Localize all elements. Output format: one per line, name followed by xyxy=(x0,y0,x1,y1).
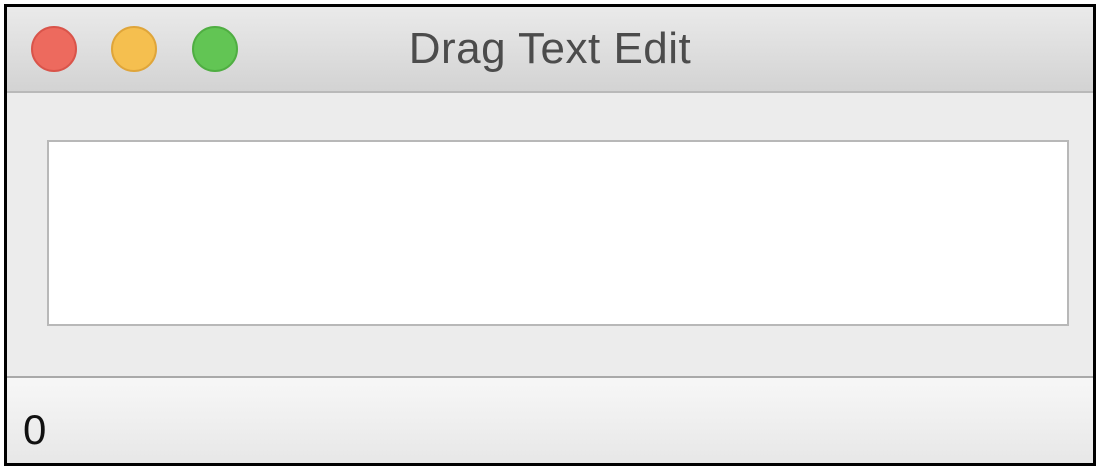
window-title: Drag Text Edit xyxy=(408,24,692,73)
app-window: Drag Text Edit 0 xyxy=(4,4,1096,466)
title-bar[interactable]: Drag Text Edit xyxy=(7,7,1093,93)
drag-text-input[interactable] xyxy=(47,140,1069,326)
main-content xyxy=(7,93,1093,376)
status-bar: 0 xyxy=(7,376,1093,463)
status-count: 0 xyxy=(23,406,47,453)
